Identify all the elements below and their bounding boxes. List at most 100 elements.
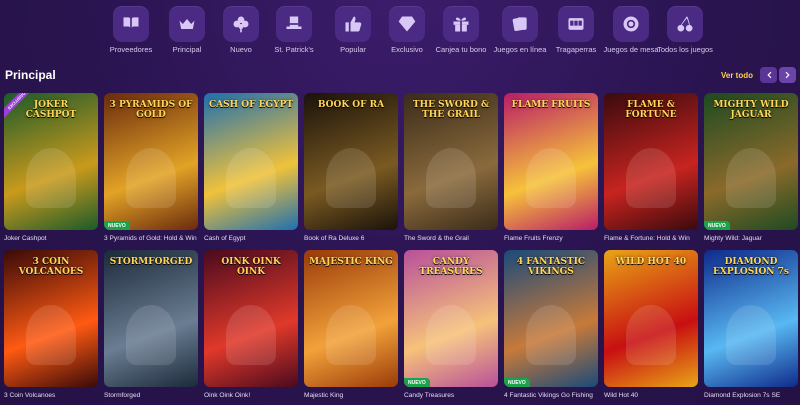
category-label: Principal <box>172 45 202 54</box>
game-logo: THE SWORD & THE GRAIL <box>412 100 490 120</box>
game-tile[interactable]: DIAMOND EXPLOSION 7s Diamond Explosion 7s… <box>704 250 798 399</box>
category-juegos-de-mesa[interactable]: Juegos de mesa <box>600 6 662 54</box>
game-thumbnail: WILD HOT 40 <box>604 250 698 387</box>
carousel-prev-button[interactable] <box>760 67 777 83</box>
category-exclusivo[interactable]: Exclusivo <box>376 6 438 54</box>
category-st-patrick-s[interactable]: St. Patrick's <box>263 6 325 54</box>
category-icon-box <box>558 6 594 42</box>
game-art <box>426 148 476 208</box>
category-proveedores[interactable]: Proveedores <box>100 6 162 54</box>
chevron-right-icon <box>785 71 790 79</box>
game-logo: 4 FANTASTIC VIKINGS <box>516 257 586 277</box>
category-icon-box <box>443 6 479 42</box>
game-logo: FLAME FRUITS <box>511 100 591 110</box>
game-name: Majestic King <box>304 392 344 399</box>
game-name: Joker Cashpot <box>4 235 47 242</box>
category-principal[interactable]: Principal <box>156 6 218 54</box>
game-art <box>526 305 576 365</box>
game-thumbnail: FLAME & FORTUNE <box>604 93 698 230</box>
game-logo: CASH OF EGYPT <box>208 100 294 110</box>
category-todos-los-juegos[interactable]: Todos los juegos <box>654 6 716 54</box>
game-tile[interactable]: FLAME & FORTUNE Flame & Fortune: Hold & W… <box>604 93 698 242</box>
game-name: Flame Fruits Frenzy <box>504 235 563 242</box>
game-thumbnail: CANDY TREASURES NUEVO <box>404 250 498 387</box>
thumbs-up-icon <box>345 16 362 32</box>
game-art <box>26 148 76 208</box>
game-art <box>26 305 76 365</box>
game-tile[interactable]: OINK OINK OINK Oink Oink Oink! <box>204 250 298 399</box>
section-title: Principal <box>5 68 56 82</box>
game-thumbnail: CASH OF EGYPT <box>204 93 298 230</box>
game-tile[interactable]: CANDY TREASURES NUEVO Candy Treasures <box>404 250 498 399</box>
game-logo: 3 PYRAMIDS OF GOLD <box>109 100 193 120</box>
game-thumbnail: DIAMOND EXPLOSION 7s <box>704 250 798 387</box>
game-logo: 3 COIN VOLCANOES <box>18 257 84 277</box>
crown-icon <box>179 19 195 29</box>
category-juegos-en-l-nea[interactable]: Juegos en línea <box>489 6 551 54</box>
new-badge: NUEVO <box>504 378 530 387</box>
game-tile[interactable]: MAJESTIC KING Majestic King <box>304 250 398 399</box>
category-icon-box <box>169 6 205 42</box>
game-art <box>626 148 676 208</box>
category-label: St. Patrick's <box>274 45 314 54</box>
cards-icon <box>512 17 527 32</box>
game-art <box>326 305 376 365</box>
game-name: Book of Ra Deluxe 6 <box>304 235 365 242</box>
category-canjea-tu-bono[interactable]: Canjea tu bono <box>430 6 492 54</box>
game-name: Stormforged <box>104 392 141 399</box>
game-art <box>126 148 176 208</box>
game-name: Flame & Fortune: Hold & Win <box>604 235 690 242</box>
category-label: Tragaperras <box>555 45 597 54</box>
game-thumbnail: 3 PYRAMIDS OF GOLD NUEVO <box>104 93 198 230</box>
game-art <box>526 148 576 208</box>
game-logo: CANDY TREASURES <box>419 257 483 277</box>
category-label: Todos los juegos <box>657 45 713 54</box>
game-tile[interactable]: 3 COIN VOLCANOES 3 Coin Volcanoes <box>4 250 98 399</box>
game-logo: FLAME & FORTUNE <box>625 100 677 120</box>
diamond-icon <box>398 16 416 32</box>
game-tile[interactable]: CASH OF EGYPT Cash of Egypt <box>204 93 298 242</box>
slot-machine-icon <box>568 18 584 30</box>
game-name: Cash of Egypt <box>204 235 246 242</box>
game-art <box>426 305 476 365</box>
game-tile[interactable]: BOOK OF RA Book of Ra Deluxe 6 <box>304 93 398 242</box>
category-label: Exclusivo <box>391 45 423 54</box>
game-thumbnail: FLAME FRUITS <box>504 93 598 230</box>
game-tile[interactable]: MIGHTY WILD JAGUAR NUEVO Mighty Wild: Jagu… <box>704 93 798 242</box>
game-logo: OINK OINK OINK <box>221 257 281 277</box>
category-icon-box <box>667 6 703 42</box>
game-logo: WILD HOT 40 <box>615 257 687 267</box>
chip-icon <box>623 16 639 32</box>
game-art <box>726 305 776 365</box>
game-logo: MAJESTIC KING <box>309 257 393 267</box>
game-name: 3 Pyramids of Gold: Hold & Win <box>104 235 197 242</box>
carousel-next-button[interactable] <box>779 67 796 83</box>
game-thumbnail: 4 FANTASTIC VIKINGS NUEVO <box>504 250 598 387</box>
game-name: Candy Treasures <box>404 392 455 399</box>
game-tile[interactable]: JOKER CASHPOT EXCLUSIVO Joker Cashpot <box>4 93 98 242</box>
category-icon-box <box>276 6 312 42</box>
game-tile[interactable]: WILD HOT 40 Wild Hot 40 <box>604 250 698 399</box>
game-logo: MIGHTY WILD JAGUAR <box>713 100 789 120</box>
category-label: Juegos de mesa <box>603 45 659 54</box>
category-icon-box <box>335 6 371 42</box>
game-name: Wild Hot 40 <box>604 392 639 399</box>
game-thumbnail: JOKER CASHPOT EXCLUSIVO <box>4 93 98 230</box>
game-tile[interactable]: STORMFORGED Stormforged <box>104 250 198 399</box>
game-art <box>726 148 776 208</box>
see-all-link[interactable]: Ver todo <box>721 71 753 80</box>
cherries-icon <box>677 16 693 32</box>
game-thumbnail: THE SWORD & THE GRAIL <box>404 93 498 230</box>
game-name: Mighty Wild: Jaguar <box>704 235 762 242</box>
game-tile[interactable]: THE SWORD & THE GRAIL The Sword & the Gra… <box>404 93 498 242</box>
game-tile[interactable]: FLAME FRUITS Flame Fruits Frenzy <box>504 93 598 242</box>
game-thumbnail: MIGHTY WILD JAGUAR NUEVO <box>704 93 798 230</box>
category-label: Popular <box>340 45 366 54</box>
game-tile[interactable]: 4 FANTASTIC VIKINGS NUEVO 4 Fantastic Viki… <box>504 250 598 399</box>
game-name: 3 Coin Volcanoes <box>4 392 56 399</box>
category-tragaperras[interactable]: Tragaperras <box>545 6 607 54</box>
book-icon <box>123 17 139 29</box>
game-tile[interactable]: 3 PYRAMIDS OF GOLD NUEVO 3 Pyramids of Gol… <box>104 93 198 242</box>
category-popular[interactable]: Popular <box>322 6 384 54</box>
hat-icon <box>286 16 302 29</box>
